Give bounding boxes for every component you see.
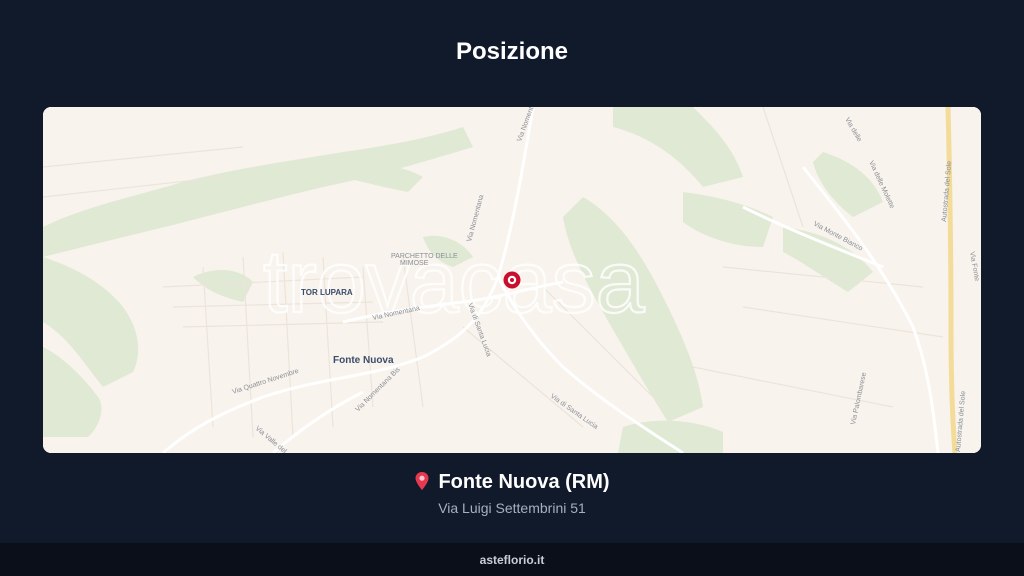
label-parchetto: PARCHETTO DELLE xyxy=(391,253,458,260)
label-tor-lupara: TOR LUPARA xyxy=(301,288,353,297)
label-fonte-nuova: Fonte Nuova xyxy=(333,355,394,366)
footer-brand[interactable]: asteflorio.it xyxy=(0,553,1024,567)
location-title: Fonte Nuova (RM) xyxy=(0,471,1024,497)
map[interactable]: trovacasa TOR LUPARA Fonte Nuova PARCHET… xyxy=(43,107,981,453)
footer: asteflorio.it xyxy=(0,543,1024,576)
location-address: Via Luigi Settembrini 51 xyxy=(438,500,586,516)
map-canvas[interactable]: trovacasa TOR LUPARA Fonte Nuova PARCHET… xyxy=(43,107,981,453)
pin-icon xyxy=(414,471,430,497)
map-pin-icon[interactable] xyxy=(503,271,521,289)
label-mimose: MIMOSE xyxy=(400,260,429,267)
page-title: Posizione xyxy=(455,38,569,65)
watermark: trovacasa xyxy=(263,232,645,331)
location-city: Fonte Nuova (RM) xyxy=(438,471,610,493)
